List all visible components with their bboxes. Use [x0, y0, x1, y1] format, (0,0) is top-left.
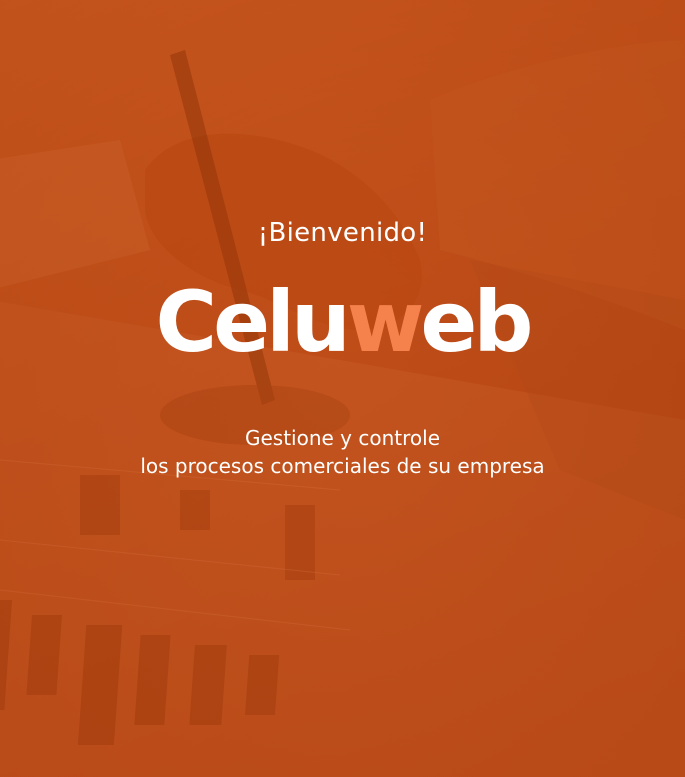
splash-screen: ¡Bienvenido! Celuweb Gestione y controle… [0, 0, 685, 777]
logo-text-part1: Celu [155, 273, 351, 371]
color-overlay [0, 0, 685, 777]
logo-text-accent: w [346, 273, 425, 371]
celuweb-logo: Celuweb [0, 272, 685, 372]
welcome-heading: ¡Bienvenido! [257, 218, 428, 248]
tagline-line-2: los procesos comerciales de su empresa [140, 454, 545, 478]
logo-text-part3: eb [420, 273, 533, 371]
tagline-line-1: Gestione y controle [244, 426, 441, 450]
